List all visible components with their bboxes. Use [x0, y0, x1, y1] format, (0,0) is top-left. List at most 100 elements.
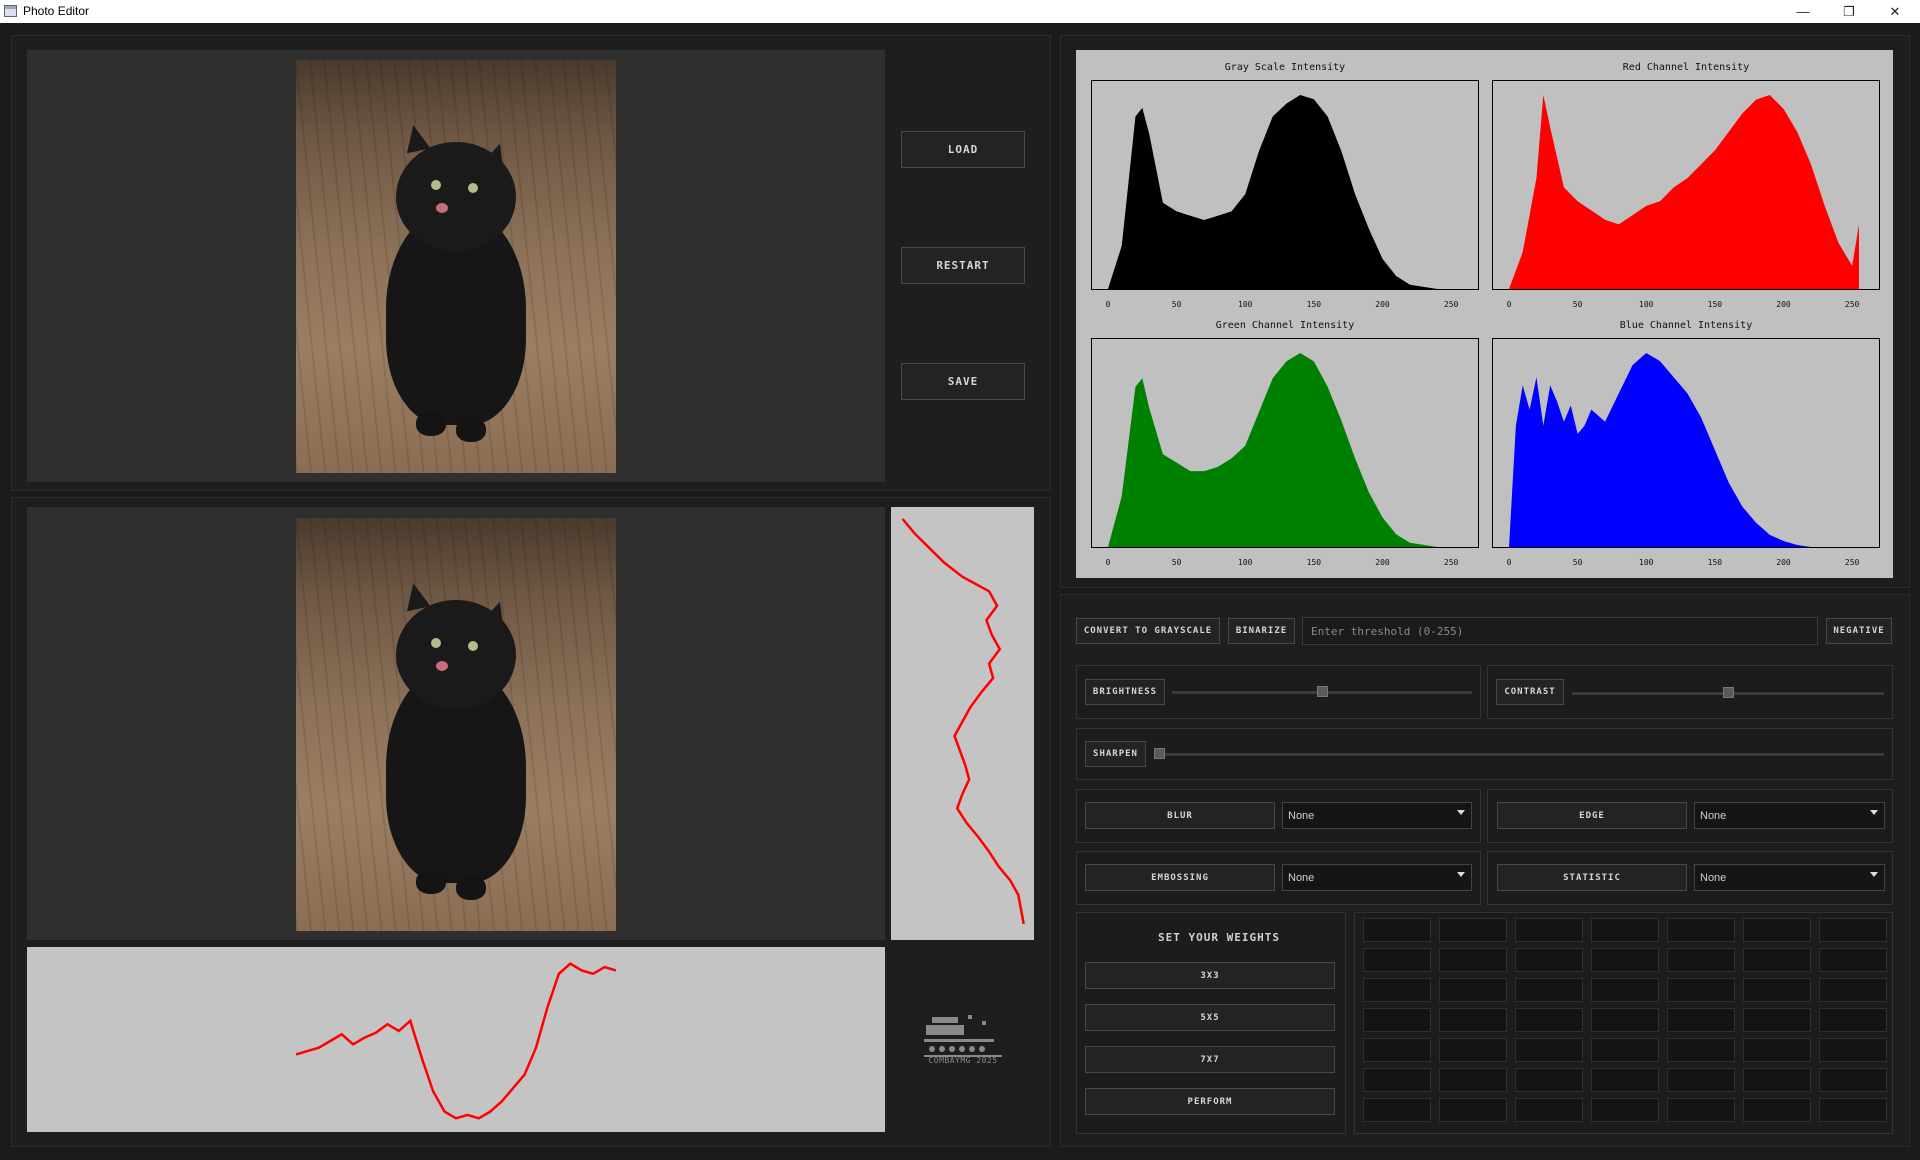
maximize-button[interactable]: ❐	[1826, 0, 1872, 23]
kernel-3x3-button[interactable]: 3X3	[1085, 962, 1335, 989]
vertical-profile-plot	[901, 518, 1025, 925]
kernel-weight-cell[interactable]	[1439, 978, 1507, 1002]
kernel-weight-cell[interactable]	[1591, 1008, 1659, 1032]
kernel-weight-cell[interactable]	[1667, 918, 1735, 942]
kernel-weight-cell[interactable]	[1515, 1038, 1583, 1062]
kernel-weight-cell[interactable]	[1667, 1008, 1735, 1032]
kernel-weight-cell[interactable]	[1743, 1038, 1811, 1062]
brightness-button[interactable]: BRIGHTNESS	[1085, 679, 1165, 705]
kernel-weight-cell[interactable]	[1819, 1098, 1887, 1122]
kernel-weight-cell[interactable]	[1591, 978, 1659, 1002]
kernel-weight-cell[interactable]	[1515, 948, 1583, 972]
brightness-slider-handle[interactable]	[1316, 686, 1328, 697]
kernel-weight-cell[interactable]	[1515, 918, 1583, 942]
kernel-weight-cell[interactable]	[1667, 948, 1735, 972]
kernel-weight-cell[interactable]	[1363, 978, 1431, 1002]
kernel-weight-cell[interactable]	[1667, 1038, 1735, 1062]
kernel-5x5-button[interactable]: 5X5	[1085, 1004, 1335, 1031]
logo-text: COMBAYMG 2025	[928, 1056, 998, 1065]
green-histogram-plot	[1108, 353, 1452, 547]
kernel-weight-cell[interactable]	[1591, 948, 1659, 972]
kernel-weight-cell[interactable]	[1591, 918, 1659, 942]
vertical-profile-line	[901, 518, 1025, 925]
kernel-weight-cell[interactable]	[1439, 1068, 1507, 1092]
histogram-panel: Gray Scale Intensity Red Channel Intensi…	[1076, 50, 1893, 578]
histogram-tick-label: 0	[1105, 558, 1111, 567]
kernel-weight-cell[interactable]	[1515, 1098, 1583, 1122]
kernel-weight-cell[interactable]	[1439, 1008, 1507, 1032]
contrast-button[interactable]: CONTRAST	[1496, 679, 1564, 705]
contrast-slider-handle[interactable]	[1722, 687, 1734, 698]
kernel-weight-cell[interactable]	[1515, 1008, 1583, 1032]
kernel-weight-cell[interactable]	[1439, 948, 1507, 972]
kernel-weight-cell[interactable]	[1819, 1038, 1887, 1062]
kernel-weight-cell[interactable]	[1363, 1038, 1431, 1062]
kernel-weight-cell[interactable]	[1743, 918, 1811, 942]
kernel-weight-cell[interactable]	[1743, 1098, 1811, 1122]
binarize-button[interactable]: BINARIZE	[1228, 618, 1295, 644]
embossing-button[interactable]: EMBOSSING	[1085, 864, 1275, 891]
statistic-button[interactable]: STATISTIC	[1497, 864, 1687, 891]
kernel-weight-cell[interactable]	[1819, 918, 1887, 942]
kernel-weight-cell[interactable]	[1667, 1098, 1735, 1122]
histogram-tick-label: 200	[1776, 300, 1791, 309]
kernel-weight-cell[interactable]	[1667, 1068, 1735, 1092]
kernel-weight-cell[interactable]	[1515, 978, 1583, 1002]
close-button[interactable]: ✕	[1872, 0, 1918, 23]
horizontal-profile-canvas	[27, 947, 885, 1132]
kernel-weight-cell[interactable]	[1439, 1098, 1507, 1122]
kernel-weight-cell[interactable]	[1363, 948, 1431, 972]
kernel-weight-cell[interactable]	[1743, 1068, 1811, 1092]
kernel-weight-cell[interactable]	[1819, 948, 1887, 972]
sharpen-slider-handle[interactable]	[1154, 748, 1165, 759]
red-histogram	[1492, 80, 1880, 290]
save-button[interactable]: SAVE	[901, 363, 1025, 400]
histogram-tick-label: 50	[1171, 558, 1182, 567]
kernel-weight-cell[interactable]	[1363, 918, 1431, 942]
kernel-weight-cell[interactable]	[1363, 1098, 1431, 1122]
convert-grayscale-button[interactable]: CONVERT TO GRAYSCALE	[1076, 618, 1220, 644]
blue-histogram-area	[1509, 353, 1811, 547]
threshold-input[interactable]: Enter threshold (0-255)	[1302, 617, 1818, 645]
kernel-weight-cell[interactable]	[1591, 1098, 1659, 1122]
gray-histogram-plot	[1108, 95, 1452, 289]
kernel-weight-cell[interactable]	[1439, 918, 1507, 942]
embossing-select[interactable]: None	[1282, 864, 1472, 891]
embossing-select-value: None	[1288, 871, 1315, 884]
kernel-weight-cell[interactable]	[1819, 1068, 1887, 1092]
kernel-weight-cell[interactable]	[1667, 978, 1735, 1002]
gray-histogram-area	[1108, 95, 1452, 289]
kernel-weight-cell[interactable]	[1743, 978, 1811, 1002]
red-histogram-title: Red Channel Intensity	[1622, 62, 1750, 73]
weights-title: SET YOUR WEIGHTS	[1158, 931, 1280, 944]
restart-button[interactable]: RESTART	[901, 247, 1025, 284]
kernel-weight-cell[interactable]	[1515, 1068, 1583, 1092]
kernel-weight-cell[interactable]	[1743, 948, 1811, 972]
sharpen-slider[interactable]	[1154, 753, 1884, 756]
kernel-weight-cell[interactable]	[1591, 1038, 1659, 1062]
kernel-weight-cell[interactable]	[1363, 1008, 1431, 1032]
kernel-weight-cell[interactable]	[1743, 1008, 1811, 1032]
kernel-weight-cell[interactable]	[1591, 1068, 1659, 1092]
minimize-button[interactable]: —	[1780, 0, 1826, 23]
edge-button[interactable]: EDGE	[1497, 802, 1687, 829]
blur-select[interactable]: None	[1282, 802, 1472, 829]
gray-histogram	[1091, 80, 1479, 290]
red-histogram-area	[1509, 95, 1859, 289]
kernel-weight-cell[interactable]	[1819, 978, 1887, 1002]
kernel-7x7-button[interactable]: 7X7	[1085, 1046, 1335, 1073]
kernel-weight-cell[interactable]	[1363, 1068, 1431, 1092]
histogram-tick-label: 0	[1506, 558, 1512, 567]
kernel-weight-cell[interactable]	[1439, 1038, 1507, 1062]
negative-button[interactable]: NEGATIVE	[1826, 618, 1892, 644]
sharpen-button[interactable]: SHARPEN	[1085, 741, 1146, 767]
blur-select-value: None	[1288, 809, 1315, 822]
statistic-select[interactable]: None	[1694, 864, 1885, 891]
load-button[interactable]: LOAD	[901, 131, 1025, 168]
kernel-weight-cell[interactable]	[1819, 1008, 1887, 1032]
blur-button[interactable]: BLUR	[1085, 802, 1275, 829]
edge-select[interactable]: None	[1694, 802, 1885, 829]
histogram-tick-label: 250	[1844, 558, 1860, 567]
title-bar: Photo Editor — ❐ ✕	[0, 0, 1920, 23]
perform-button[interactable]: PERFORM	[1085, 1088, 1335, 1115]
